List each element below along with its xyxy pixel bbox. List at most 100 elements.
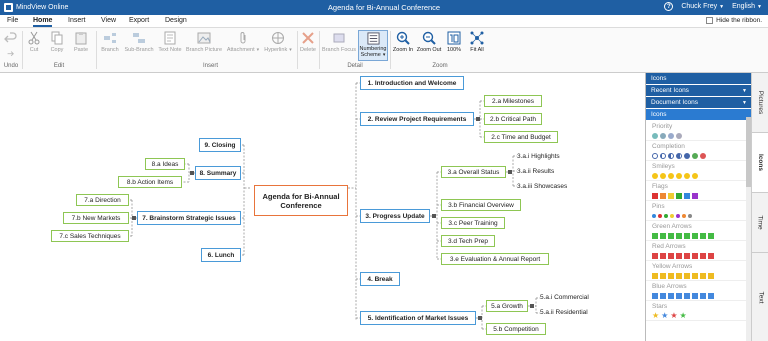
mind-map-canvas[interactable]: Agenda for Bi-Annual Conference 1. Intro… xyxy=(0,73,645,341)
green-arrow-icon[interactable] xyxy=(660,232,666,239)
completion-icon[interactable] xyxy=(700,152,706,159)
root-node[interactable]: Agenda for Bi-Annual Conference xyxy=(254,185,348,216)
blue-arrow-icon[interactable] xyxy=(660,292,666,299)
completion-icon[interactable] xyxy=(668,152,674,159)
tab-design[interactable]: Design xyxy=(165,17,187,24)
copy-button[interactable]: Copy xyxy=(49,31,65,53)
recent-icons-dropdown[interactable]: Recent Icons ▼ xyxy=(646,85,751,97)
subtopic-node-3c[interactable]: 3.c Peer Training xyxy=(441,217,505,229)
red-arrow-icon[interactable] xyxy=(700,252,706,259)
tab-export[interactable]: Export xyxy=(129,17,149,24)
pin-icon[interactable] xyxy=(682,213,686,218)
subtopic-node-5b[interactable]: 5.b Competition xyxy=(486,323,546,335)
help-icon[interactable]: ? xyxy=(664,2,674,11)
paste-button[interactable]: Paste xyxy=(72,31,90,53)
icon-row-stars[interactable]: ★ ★ ★ ★ xyxy=(646,311,751,321)
smiley-icon[interactable] xyxy=(676,172,682,179)
completion-icon[interactable] xyxy=(652,152,658,159)
pin-icon[interactable] xyxy=(670,213,674,218)
side-tab-time[interactable]: Time xyxy=(752,193,768,253)
tab-file[interactable]: File xyxy=(7,17,18,24)
hide-ribbon-toggle[interactable]: Hide the ribbon. xyxy=(706,17,762,24)
topic-node-7[interactable]: 7. Brainstorm Strategic Issues xyxy=(137,211,241,225)
collapse-handle[interactable] xyxy=(476,117,480,121)
pin-icon[interactable] xyxy=(658,213,662,218)
topic-node-3[interactable]: 3. Progress Update xyxy=(360,209,430,223)
completion-icon[interactable] xyxy=(660,152,666,159)
red-arrow-icon[interactable] xyxy=(684,252,690,259)
completion-icon[interactable] xyxy=(676,152,682,159)
numbering-scheme-button[interactable]: Numbering Scheme ▾ xyxy=(358,30,388,61)
tab-home[interactable]: Home xyxy=(33,17,53,27)
subtopic-node-8a[interactable]: 8.a Ideas xyxy=(145,158,185,170)
icon-row-flags[interactable] xyxy=(646,191,751,201)
smiley-icon[interactable] xyxy=(668,172,674,179)
red-arrow-icon[interactable] xyxy=(692,252,698,259)
fit-all-button[interactable]: Fit All xyxy=(468,31,486,53)
flag-icon[interactable] xyxy=(692,192,698,199)
subtopic-node-8b[interactable]: 8.b Action Items xyxy=(118,176,182,188)
collapse-handle[interactable] xyxy=(432,214,436,218)
subtopic-node-7b[interactable]: 7.b New Markets xyxy=(63,212,129,224)
green-arrow-icon[interactable] xyxy=(684,232,690,239)
detail-node-5aii[interactable]: 5.a.ii Residential xyxy=(540,308,602,317)
icon-row-smileys[interactable] xyxy=(646,171,751,181)
topic-node-4[interactable]: 4. Break xyxy=(360,272,400,286)
yellow-arrow-icon[interactable] xyxy=(676,272,682,279)
priority-icon[interactable] xyxy=(652,132,658,139)
green-arrow-icon[interactable] xyxy=(652,232,658,239)
yellow-arrow-icon[interactable] xyxy=(692,272,698,279)
branch-focus-button[interactable]: Branch Focus xyxy=(321,31,357,53)
topic-node-5[interactable]: 5. Identification of Market Issues xyxy=(360,311,476,325)
tab-view[interactable]: View xyxy=(101,17,116,24)
collapse-handle[interactable] xyxy=(530,304,534,308)
topic-node-1[interactable]: 1. Introduction and Welcome xyxy=(360,76,464,90)
cut-button[interactable]: Cut xyxy=(26,31,42,53)
branch-picture-button[interactable]: Branch Picture xyxy=(183,31,225,53)
icon-row-red-arrows[interactable] xyxy=(646,251,751,261)
topic-node-8[interactable]: 8. Summary xyxy=(195,166,241,180)
collapse-handle[interactable] xyxy=(132,216,136,220)
green-arrow-icon[interactable] xyxy=(708,232,714,239)
topic-node-2[interactable]: 2. Review Project Requirements xyxy=(360,112,474,126)
star-icon[interactable]: ★ xyxy=(670,311,677,320)
subtopic-node-2b[interactable]: 2.b Critical Path xyxy=(484,113,542,125)
zoom-out-button[interactable]: Zoom Out xyxy=(416,31,442,53)
priority-icon[interactable] xyxy=(668,132,674,139)
language-menu[interactable]: English ▼ xyxy=(732,3,762,10)
side-tab-text[interactable]: Text xyxy=(752,253,768,341)
hyperlink-button[interactable]: Hyperlink ▾ xyxy=(261,31,295,53)
icon-row-completion[interactable] xyxy=(646,151,751,161)
icon-row-pins[interactable] xyxy=(646,211,751,221)
detail-node-3ai[interactable]: 3.a.i Highlights xyxy=(517,152,575,161)
green-arrow-icon[interactable] xyxy=(700,232,706,239)
completion-icon[interactable] xyxy=(684,152,690,159)
collapse-handle[interactable] xyxy=(508,170,512,174)
smiley-icon[interactable] xyxy=(660,172,666,179)
branch-button[interactable]: Branch xyxy=(98,31,122,53)
detail-node-5ai[interactable]: 5.a.i Commercial xyxy=(540,293,602,302)
subtopic-node-3a[interactable]: 3.a Overall Status xyxy=(441,166,506,178)
blue-arrow-icon[interactable] xyxy=(700,292,706,299)
icon-row-green-arrows[interactable] xyxy=(646,231,751,241)
icon-row-priority[interactable] xyxy=(646,131,751,141)
icons-category[interactable]: Icons xyxy=(646,109,751,121)
red-arrow-icon[interactable] xyxy=(652,252,658,259)
text-note-button[interactable]: Text Note xyxy=(156,31,184,53)
subtopic-node-3e[interactable]: 3.e Evaluation & Annual Report xyxy=(441,253,549,265)
pin-icon[interactable] xyxy=(688,213,692,218)
blue-arrow-icon[interactable] xyxy=(708,292,714,299)
flag-icon[interactable] xyxy=(652,192,658,199)
subtopic-node-2a[interactable]: 2.a Milestones xyxy=(484,95,542,107)
user-menu[interactable]: Chuck Frey ▼ xyxy=(681,3,724,10)
yellow-arrow-icon[interactable] xyxy=(652,272,658,279)
detail-node-3aiii[interactable]: 3.a.iii Showcases xyxy=(517,182,577,191)
icon-row-blue-arrows[interactable] xyxy=(646,291,751,301)
subtopic-node-3d[interactable]: 3.d Tech Prep xyxy=(441,235,495,247)
flag-icon[interactable] xyxy=(676,192,682,199)
collapse-handle[interactable] xyxy=(478,316,482,320)
yellow-arrow-icon[interactable] xyxy=(700,272,706,279)
red-arrow-icon[interactable] xyxy=(676,252,682,259)
zoom-in-button[interactable]: Zoom In xyxy=(392,31,414,53)
blue-arrow-icon[interactable] xyxy=(684,292,690,299)
